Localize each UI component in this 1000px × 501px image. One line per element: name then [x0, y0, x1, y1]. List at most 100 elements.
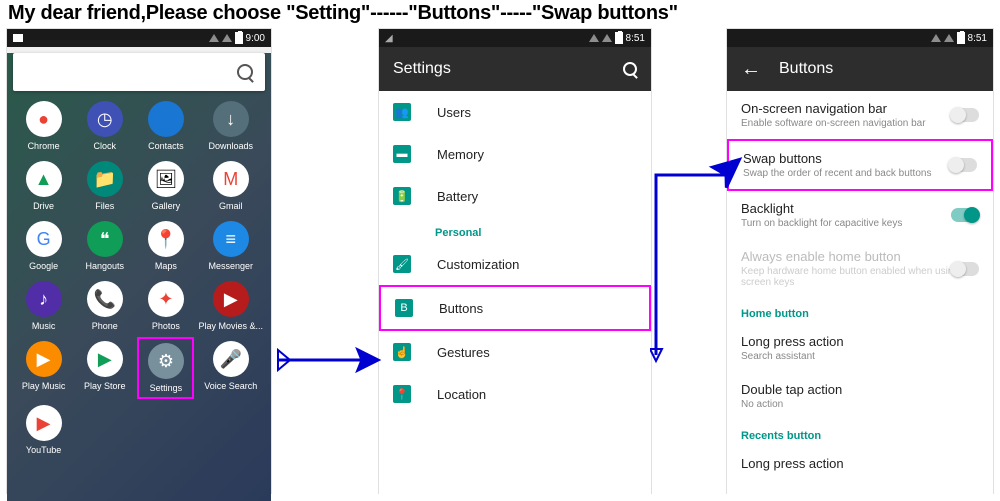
app-gallery[interactable]: 🖼Gallery [137, 157, 194, 215]
app-voicesearch[interactable]: 🎤 Voice Search [198, 337, 263, 399]
battery-icon [235, 32, 243, 44]
toggle-switch[interactable] [951, 208, 979, 222]
app-label: Voice Search [204, 381, 257, 391]
app-icon: M [213, 161, 249, 197]
row-label: Customization [437, 257, 519, 272]
settings-row-memory[interactable]: ▬Memory [379, 133, 651, 175]
app-hangouts[interactable]: ❝Hangouts [76, 217, 133, 275]
row-subtitle: Swap the order of recent and back button… [743, 168, 931, 179]
row-label: Gestures [437, 345, 490, 360]
app-icon: ▶ [26, 341, 62, 377]
app-phone[interactable]: 📞Phone [76, 277, 133, 335]
app-google[interactable]: GGoogle [15, 217, 72, 275]
app-icon: 📍 [148, 221, 184, 257]
page-title: Settings [393, 60, 451, 78]
signal-icon [931, 34, 941, 42]
row-icon: 🖌 [393, 255, 411, 273]
row-label: Long press action [741, 456, 844, 471]
back-icon[interactable]: ← [741, 58, 761, 81]
app-icon: G [26, 221, 62, 257]
app-label: Gmail [219, 201, 243, 211]
screen-settings-list: ◢ 8:51 Settings 👥Users▬Memory🔋BatteryPer… [378, 28, 652, 494]
app-label: Contacts [148, 141, 184, 151]
app-label: Downloads [208, 141, 253, 151]
app-gmail[interactable]: M Gmail [198, 157, 263, 215]
search-icon [237, 64, 253, 80]
app-playmusic[interactable]: ▶ Play Music [15, 337, 72, 399]
row-label: Swap buttons [743, 151, 931, 166]
search-icon[interactable] [623, 62, 637, 76]
buttons-row-swapbuttons[interactable]: Swap buttons Swap the order of recent and… [727, 139, 993, 191]
app-drive[interactable]: ▲Drive [15, 157, 72, 215]
row-label: Users [437, 105, 471, 120]
app-youtube[interactable]: ▶ YouTube [15, 401, 72, 459]
arrow-2 [650, 155, 750, 365]
signal-icon [944, 34, 954, 42]
app-downloads[interactable]: ↓Downloads [198, 97, 263, 155]
search-bar[interactable] [13, 53, 265, 91]
row-label: Always enable home button [741, 249, 979, 264]
app-icon: ≡ [213, 221, 249, 257]
section-header-home: Home button [727, 298, 993, 324]
app-label: YouTube [26, 445, 61, 455]
buttons-row-longpressaction[interactable]: Long press actionSearch assistant [727, 324, 993, 372]
page-title: Buttons [779, 60, 833, 78]
app-icon: ◷ [87, 101, 123, 137]
buttons-titlebar: ← Buttons [727, 47, 993, 91]
app-icon: ● [26, 101, 62, 137]
app-icon: ▶ [87, 341, 123, 377]
app-files[interactable]: 📁Files [76, 157, 133, 215]
toggle-switch[interactable] [951, 108, 979, 122]
app-icon: 📁 [87, 161, 123, 197]
app-clock[interactable]: ◷ Clock [76, 97, 133, 155]
buttons-row-longpressaction[interactable]: Long press action [727, 446, 993, 481]
settings-row-customization[interactable]: 🖌 Customization [379, 243, 651, 285]
settings-row-buttons[interactable]: BButtons [379, 285, 651, 331]
row-label: On-screen navigation bar [741, 101, 926, 116]
app-chrome[interactable]: ●Chrome [15, 97, 72, 155]
buttons-row-alwaysenablehomebutton: Always enable home buttonKeep hardware h… [727, 239, 993, 298]
settings-row-battery[interactable]: 🔋Battery [379, 175, 651, 217]
screen-buttons-settings: 8:51 ← Buttons On-screen navigation barE… [726, 28, 994, 494]
status-bar: 9:00 [7, 29, 271, 47]
app-icon: 📞 [87, 281, 123, 317]
toggle-switch [951, 262, 979, 276]
app-icon: ▶ [213, 281, 249, 317]
app-messenger[interactable]: ≡Messenger [198, 217, 263, 275]
app-label: Music [32, 321, 56, 331]
app-icon: ⚙ [148, 343, 184, 379]
app-maps[interactable]: 📍 Maps [137, 217, 194, 275]
instruction-text: My dear friend,Please choose "Setting"--… [8, 2, 678, 25]
row-subtitle: Turn on backlight for capacitive keys [741, 218, 902, 229]
settings-row-gestures[interactable]: ☝Gestures [379, 331, 651, 373]
app-icon: ▶ [26, 405, 62, 441]
toggle-switch[interactable] [949, 158, 977, 172]
app-label: Settings [150, 383, 183, 393]
signal-icon [222, 34, 232, 42]
app-icon: 👤 [148, 101, 184, 137]
row-icon: 📍 [393, 385, 411, 403]
row-subtitle: Enable software on-screen navigation bar [741, 118, 926, 129]
app-playstore[interactable]: ▶Play Store [76, 337, 133, 399]
row-icon: B [395, 299, 413, 317]
row-label: Backlight [741, 201, 902, 216]
app-label: Gallery [152, 201, 181, 211]
battery-icon [615, 32, 623, 44]
app-contacts[interactable]: 👤 Contacts [137, 97, 194, 155]
app-label: Clock [93, 141, 116, 151]
settings-row-users[interactable]: 👥Users [379, 91, 651, 133]
app-icon: 🎤 [213, 341, 249, 377]
app-music[interactable]: ♪ Music [15, 277, 72, 335]
app-settings[interactable]: ⚙ Settings [137, 337, 194, 399]
buttons-row-doubletapaction[interactable]: Double tap actionNo action [727, 372, 993, 420]
settings-row-location[interactable]: 📍Location [379, 373, 651, 415]
app-icon: ♪ [26, 281, 62, 317]
app-label: Maps [155, 261, 177, 271]
app-photos[interactable]: ✦Photos [137, 277, 194, 335]
app-label: Play Music [22, 381, 66, 391]
buttons-row-onscreennavigationbar[interactable]: On-screen navigation bar Enable software … [727, 91, 993, 139]
buttons-row-backlight[interactable]: Backlight Turn on backlight for capacitiv… [727, 191, 993, 239]
app-playmovies[interactable]: ▶Play Movies &... [198, 277, 263, 335]
app-icon: ❝ [87, 221, 123, 257]
wifi-icon: ◢ [385, 33, 393, 44]
